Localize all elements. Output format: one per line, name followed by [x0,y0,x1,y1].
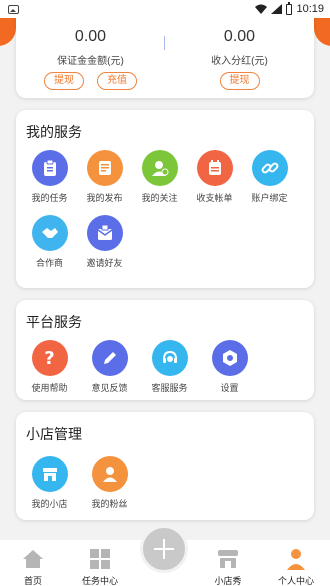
plus-icon [154,539,174,559]
service-label: 我的粉丝 [91,499,128,509]
bill-icon [196,150,233,186]
customer-service-headset-icon [151,340,188,376]
my-services-card: 我的服务 我的任务 我的发布 我的关注 收支帐单 账户绑定 合作商 邀请好友 [16,110,314,288]
platform-settings[interactable]: 设置 [202,340,257,394]
service-label: 我的关注 [141,193,178,203]
platform-services-card: 平台服务 ? 使用帮助 意见反馈 客服服务 设置 [16,300,314,400]
nav-add-button[interactable] [140,525,188,573]
platform-services-title: 平台服务 [26,314,82,330]
settings-gear-icon [211,340,248,376]
status-bar: 10:19 [0,0,330,18]
platform-help[interactable]: ? 使用帮助 [22,340,77,394]
nav-label: 任务中心 [81,576,118,586]
nav-label: 首页 [23,576,42,586]
service-my-follows[interactable]: 我的关注 [132,150,187,204]
fans-person-icon [91,456,128,492]
nav-shop-show[interactable]: 小店秀 [198,548,258,586]
nav-label: 个人中心 [277,576,314,586]
platform-customer-service[interactable]: 客服服务 [142,340,197,394]
service-label: 客服服务 [151,383,188,393]
deposit-withdraw-button[interactable]: 提现 [44,72,84,90]
deposit-amount: 0.00 [74,28,107,45]
help-question-icon: ? [31,340,68,376]
deposit-label: 保证金金额(元) [57,56,124,67]
status-time: 10:19 [296,3,324,15]
service-label: 账户绑定 [251,193,288,203]
income-amount: 0.00 [223,28,256,45]
wallet-card: 0.00 保证金金额(元) 提现 充值 0.00 收入分红(元) 提现 [16,12,314,98]
battery-icon [286,1,293,15]
deposit-recharge-button[interactable]: 充值 [97,72,137,90]
nav-personal-center[interactable]: 个人中心 [266,548,326,586]
income-withdraw-button[interactable]: 提现 [219,72,260,90]
shop-icon [218,550,238,568]
task-grid-icon [90,549,110,569]
service-partners[interactable]: 合作商 [22,215,77,269]
service-label: 我的任务 [31,193,68,203]
image-notification-icon [8,4,19,14]
shop-management-title: 小店管理 [26,426,82,442]
wifi-icon [255,4,268,14]
service-label: 设置 [220,383,239,393]
nav-label: 小店秀 [214,576,242,586]
income-section: 0.00 收入分红(元) 提现 [165,28,314,90]
shop-store-icon [31,456,68,492]
shop-management-card: 小店管理 我的小店 我的粉丝 [16,412,314,520]
service-account-binding[interactable]: 账户绑定 [242,150,297,204]
task-clipboard-icon [31,150,68,186]
service-my-tasks[interactable]: 我的任务 [22,150,77,204]
handshake-icon [31,215,68,251]
service-label: 邀请好友 [86,258,123,268]
service-bills[interactable]: 收支帐单 [187,150,242,204]
nav-task-center[interactable]: 任务中心 [70,548,130,586]
signal-icon [271,4,283,14]
shop-my-fans[interactable]: 我的粉丝 [82,456,137,510]
service-label: 使用帮助 [31,383,68,393]
platform-feedback[interactable]: 意见反馈 [82,340,137,394]
income-label: 收入分红(元) [211,56,268,67]
service-label: 意见反馈 [91,383,128,393]
shop-my-store[interactable]: 我的小店 [22,456,77,510]
publish-document-icon [86,150,123,186]
feedback-pencil-icon [91,340,128,376]
link-icon [251,150,288,186]
service-label: 合作商 [35,258,63,268]
my-services-title: 我的服务 [26,124,82,140]
home-icon [23,550,43,568]
follow-person-icon [141,150,178,186]
service-invite-friends[interactable]: 邀请好友 [77,215,132,269]
service-label: 我的小店 [31,499,68,509]
nav-home[interactable]: 首页 [3,548,63,586]
invite-envelope-icon [86,215,123,251]
service-my-publish[interactable]: 我的发布 [77,150,132,204]
person-icon [287,549,305,570]
deposit-section: 0.00 保证金金额(元) 提现 充值 [16,28,165,90]
service-label: 我的发布 [86,193,123,203]
service-label: 收支帐单 [196,193,233,203]
